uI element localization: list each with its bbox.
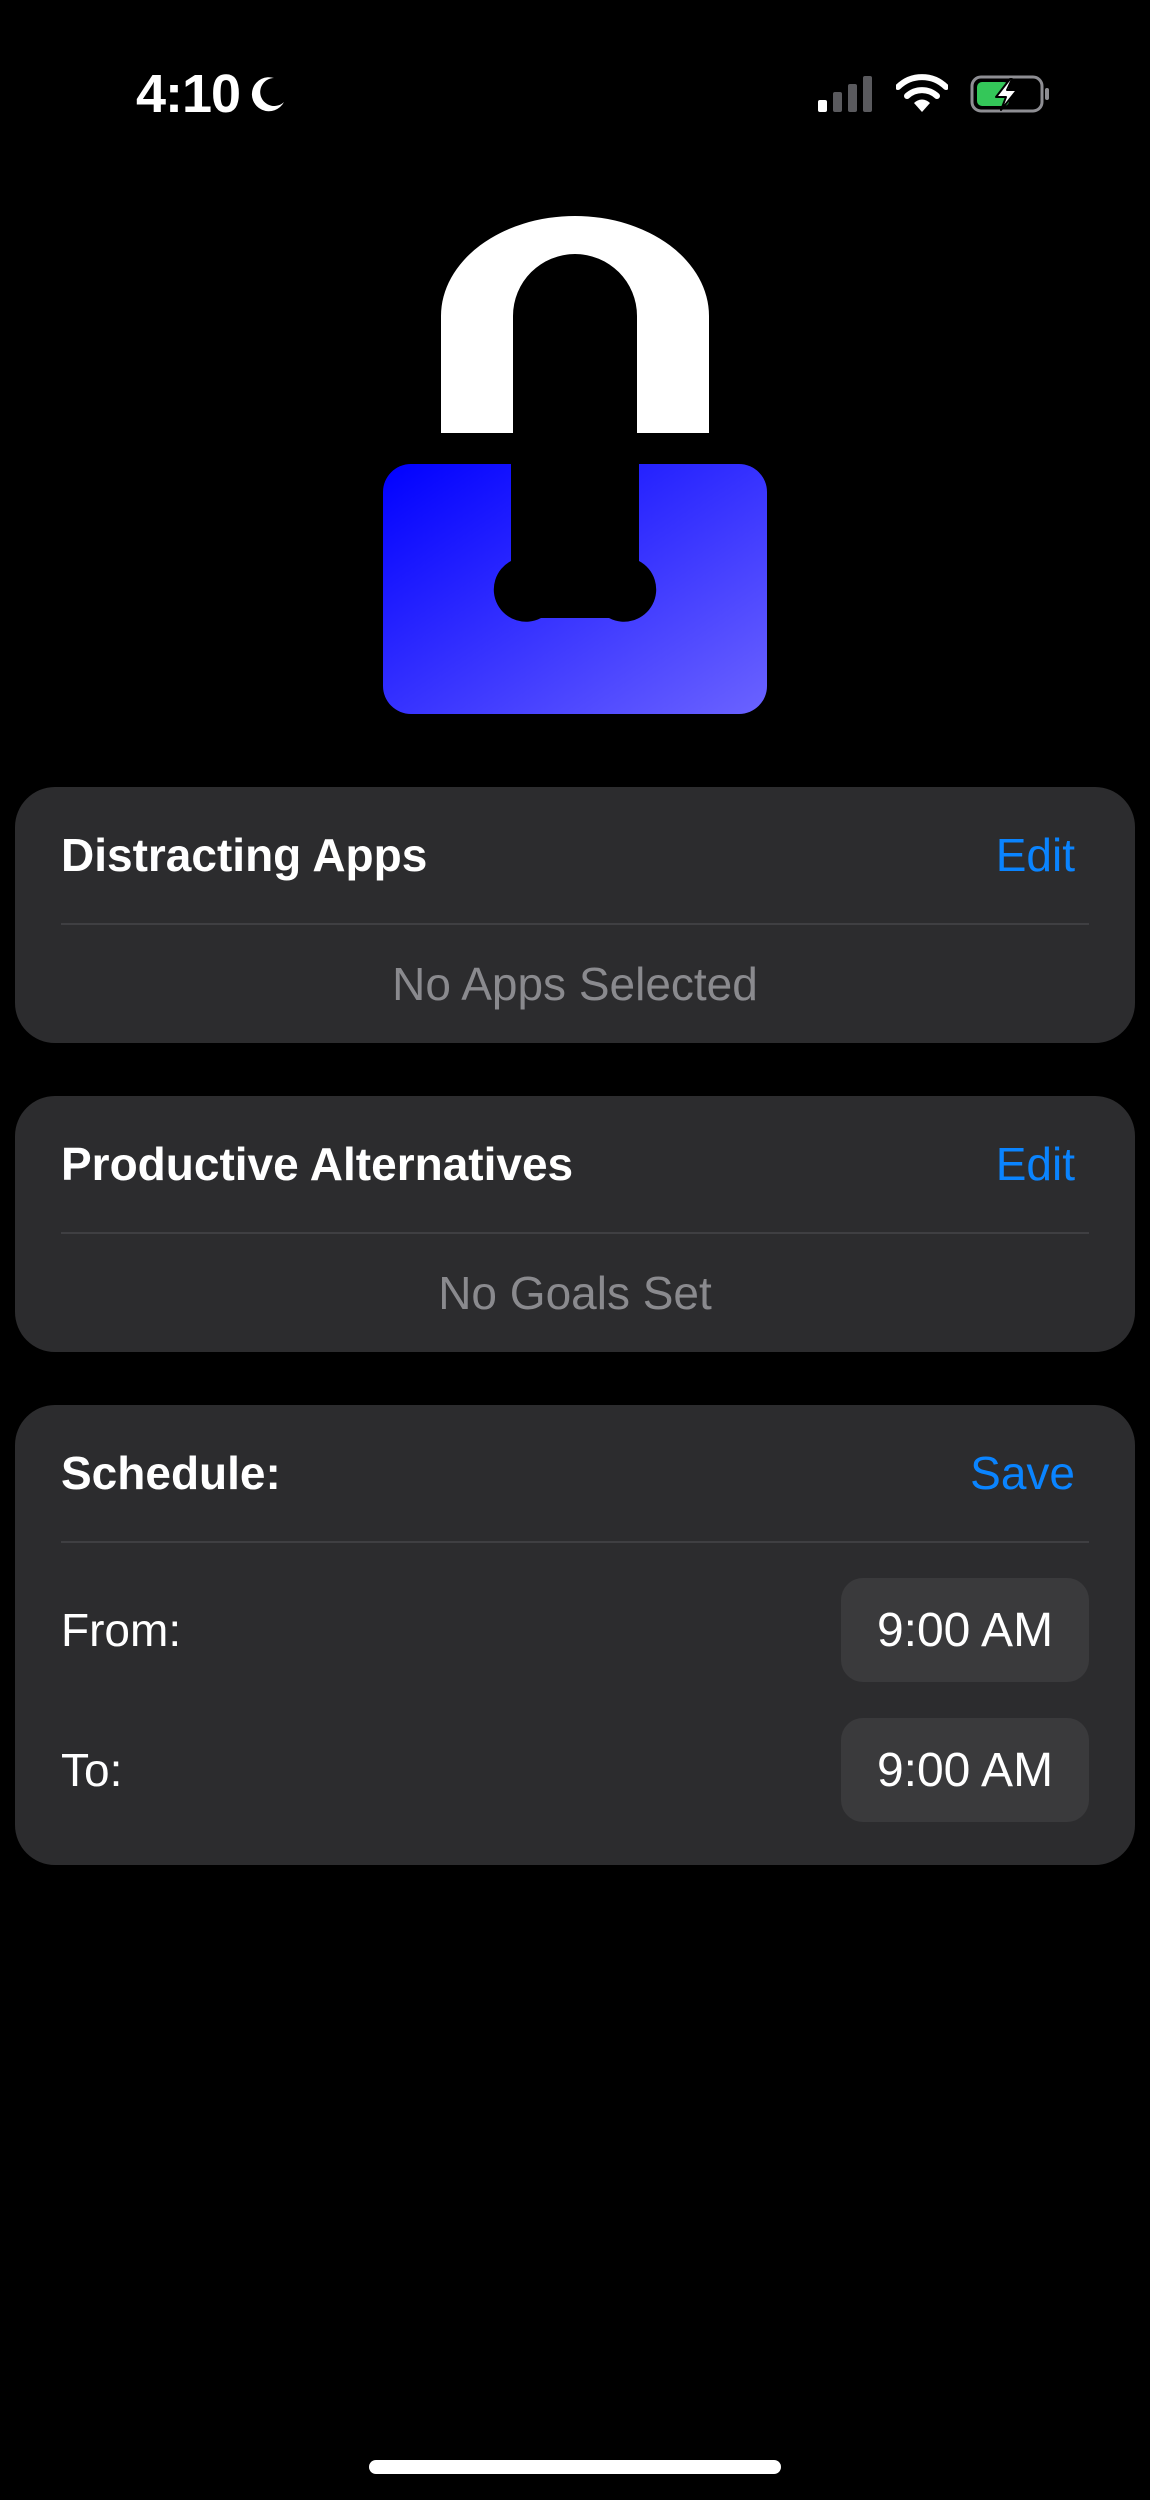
status-time-group: 4:10 <box>136 62 288 126</box>
edit-productive-alternatives-button[interactable]: Edit <box>996 1137 1075 1191</box>
no-apps-selected-text: No Apps Selected <box>392 958 758 1010</box>
productive-alternatives-header: Productive Alternatives Edit <box>61 1096 1089 1232</box>
from-label: From: <box>61 1604 182 1656</box>
distracting-apps-header: Distracting Apps Edit <box>61 787 1089 923</box>
home-indicator[interactable] <box>369 2460 781 2474</box>
schedule-to-row: To: 9:00 AM <box>61 1718 1089 1822</box>
wifi-icon <box>896 74 948 112</box>
productive-alternatives-card: Productive Alternatives Edit No Goals Se… <box>15 1096 1135 1352</box>
no-goals-set-text: No Goals Set <box>438 1267 712 1319</box>
productive-alternatives-title: Productive Alternatives <box>61 1138 574 1190</box>
schedule-card: Schedule: Save From: 9:00 AM To: 9:00 AM <box>15 1405 1135 1865</box>
moon-icon <box>251 77 285 112</box>
schedule-header: Schedule: Save <box>61 1405 1089 1541</box>
signal-icon <box>818 76 872 112</box>
distracting-apps-card: Distracting Apps Edit No Apps Selected <box>15 787 1135 1043</box>
save-schedule-button[interactable]: Save <box>970 1446 1075 1500</box>
status-time: 4:10 <box>136 64 241 124</box>
status-icons <box>818 68 1050 120</box>
to-label: To: <box>61 1744 123 1796</box>
lock-icon <box>383 216 767 714</box>
battery-charging-icon <box>970 75 1049 113</box>
distracting-apps-title: Distracting Apps <box>61 829 428 881</box>
schedule-title: Schedule: <box>61 1447 281 1499</box>
edit-distracting-apps-button[interactable]: Edit <box>996 828 1075 882</box>
to-time-picker[interactable]: 9:00 AM <box>841 1718 1089 1822</box>
status-bar: 4:10 <box>0 0 1150 185</box>
divider <box>61 1541 1089 1543</box>
schedule-from-row: From: 9:00 AM <box>61 1578 1089 1682</box>
from-time-picker[interactable]: 9:00 AM <box>841 1578 1089 1682</box>
